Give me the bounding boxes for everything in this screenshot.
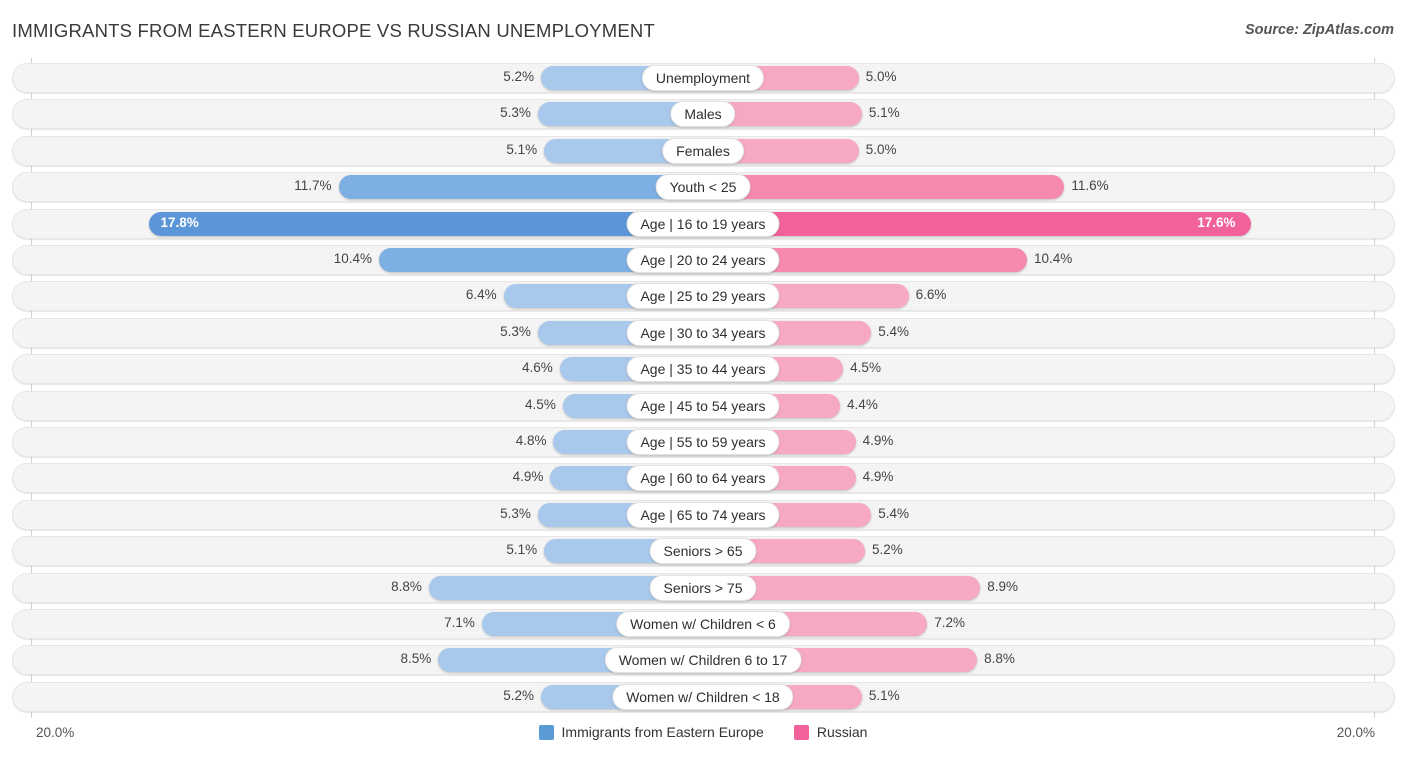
category-label: Age | 25 to 29 years [626, 283, 780, 310]
bar-value-left: 5.2% [503, 69, 535, 84]
bar-value-left: 5.3% [500, 323, 531, 339]
category-label: Age | 60 to 64 years [626, 465, 780, 492]
bar-value-left: 5.1% [506, 542, 538, 558]
chart-row: 8.5% 8.8% Women w/ Children 6 to 17 [12, 645, 1395, 676]
chart-row: 4.6% 4.5% Age | 35 to 44 years [12, 354, 1395, 385]
page-title: IMMIGRANTS FROM EASTERN EUROPE VS RUSSIA… [12, 20, 655, 41]
bar-value-left: 4.9% [512, 469, 544, 485]
bar-right [703, 211, 1252, 236]
category-label: Males [670, 101, 736, 128]
category-label: Unemployment [641, 65, 765, 91]
legend-label: Russian [816, 724, 868, 740]
category-label: Age | 35 to 44 years [626, 356, 780, 383]
category-label: Youth < 25 [655, 174, 751, 201]
bar-value-right: 5.4% [878, 505, 909, 521]
category-label: Females [662, 137, 744, 164]
chart-row: 5.1% 5.0% Females [12, 135, 1395, 166]
bar-left [148, 211, 703, 236]
bar-value-right: 5.1% [868, 687, 900, 703]
bar-value-left: 5.1% [506, 141, 538, 157]
chart-row: 5.1% 5.2% Seniors > 65 [12, 536, 1395, 567]
category-label: Age | 20 to 24 years [626, 247, 780, 273]
bar-value-right: 4.9% [862, 433, 894, 448]
chart-row: 8.8% 8.9% Seniors > 75 [12, 572, 1395, 603]
category-label: Women w/ Children < 6 [616, 611, 790, 637]
chart-plot-area: 5.2% 5.0% Unemployment 5.3% 5.1% Males 5.1% 5.0… [0, 58, 1406, 718]
chart-row: 17.8% 17.6% Age | 16 to 19 years [12, 208, 1395, 239]
bar-value-right: 11.6% [1071, 178, 1109, 194]
chart-legend: Immigrants from Eastern Europe Russian [0, 724, 1406, 740]
bar-value-right: 4.9% [862, 469, 894, 485]
category-label: Age | 55 to 59 years [626, 429, 780, 455]
bar-left [338, 175, 703, 200]
category-label: Age | 16 to 19 years [626, 210, 780, 237]
bar-value-right: 5.0% [865, 69, 897, 84]
bar-value-right: 8.8% [984, 651, 1015, 667]
bar-value-left: 5.2% [503, 687, 535, 703]
bar-value-left: 4.8% [515, 433, 547, 448]
bar-value-right: 5.1% [868, 105, 900, 121]
category-label: Age | 65 to 74 years [626, 501, 780, 528]
legend-item: Immigrants from Eastern Europe [538, 724, 764, 740]
chart-row: 5.3% 5.4% Age | 65 to 74 years [12, 499, 1395, 530]
bar-value-left: 10.4% [333, 251, 373, 266]
bar-value-left: 6.4% [465, 287, 497, 303]
bar-value-left: 5.3% [500, 505, 531, 521]
bar-value-right: 5.0% [865, 141, 897, 157]
bar-value-left: 4.6% [521, 360, 553, 376]
chart-row: 4.8% 4.9% Age | 55 to 59 years [12, 427, 1395, 457]
legend-label: Immigrants from Eastern Europe [561, 724, 764, 740]
bar-value-left: 4.5% [525, 396, 556, 412]
bar-value-right: 8.9% [987, 578, 1019, 594]
bar-value-left: 7.1% [444, 615, 475, 630]
chart-row: 4.9% 4.9% Age | 60 to 64 years [12, 463, 1395, 494]
legend-swatch-icon [793, 724, 809, 740]
bar-value-left: 11.7% [294, 178, 332, 194]
bar-value-left: 8.5% [400, 651, 432, 667]
chart-row: 5.3% 5.1% Males [12, 99, 1395, 130]
chart-row: 5.2% 5.0% Unemployment [12, 63, 1395, 93]
category-label: Women w/ Children < 18 [612, 683, 794, 710]
category-label: Women w/ Children 6 to 17 [604, 647, 802, 674]
bar-value-right: 17.6% [1197, 214, 1236, 230]
chart-footer: 20.0% 20.0% Immigrants from Eastern Euro… [0, 718, 1406, 757]
bar-value-left: 5.3% [500, 105, 531, 121]
chart-row: 4.5% 4.4% Age | 45 to 54 years [12, 390, 1395, 421]
category-label: Age | 30 to 34 years [626, 319, 780, 346]
category-label: Seniors > 65 [649, 538, 757, 565]
chart-row: 7.1% 7.2% Women w/ Children < 6 [12, 609, 1395, 639]
bar-value-right: 7.2% [934, 615, 966, 630]
bar-value-left: 8.8% [391, 578, 422, 594]
bar-value-right: 6.6% [915, 287, 947, 303]
bar-value-right: 4.5% [850, 360, 881, 376]
chart-row: 11.7% 11.6% Youth < 25 [12, 172, 1395, 203]
chart-row: 5.3% 5.4% Age | 30 to 34 years [12, 317, 1395, 348]
chart-header: IMMIGRANTS FROM EASTERN EUROPE VS RUSSIA… [0, 0, 1406, 58]
category-label: Seniors > 75 [649, 574, 757, 601]
category-label: Age | 45 to 54 years [626, 392, 780, 419]
bar-right [703, 175, 1065, 200]
legend-swatch-icon [538, 724, 554, 740]
source-attribution: Source: ZipAtlas.com [1244, 22, 1394, 38]
chart-row: 10.4% 10.4% Age | 20 to 24 years [12, 245, 1395, 275]
bar-value-left: 17.8% [160, 214, 199, 230]
bar-value-right: 10.4% [1033, 251, 1073, 266]
chart-row: 6.4% 6.6% Age | 25 to 29 years [12, 281, 1395, 312]
chart-row: 5.2% 5.1% Women w/ Children < 18 [12, 681, 1395, 712]
bar-value-right: 4.4% [847, 396, 878, 412]
bar-value-right: 5.4% [878, 323, 909, 339]
legend-item: Russian [793, 724, 868, 740]
bar-value-right: 5.2% [871, 542, 903, 558]
